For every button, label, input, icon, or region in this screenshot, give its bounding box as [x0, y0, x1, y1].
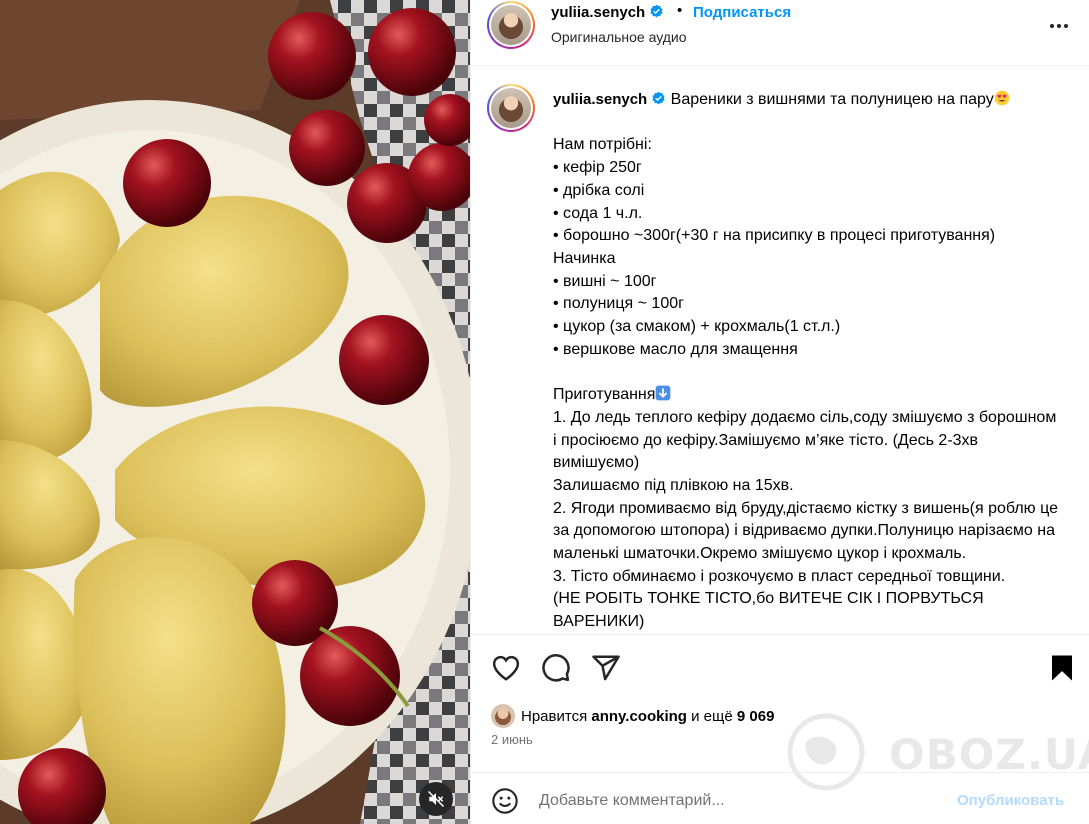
down-arrow-emoji-icon [656, 385, 671, 401]
mute-button[interactable] [419, 782, 453, 816]
caption-username[interactable]: yuliia.senych [553, 91, 666, 108]
caption-section: yuliia.senych Вареники з вишнями та полу… [471, 67, 1089, 634]
author-username[interactable]: yuliia.senych [551, 4, 664, 21]
caption-steps: 1. До ледь теплого кефіру додаємо сіль,с… [553, 408, 1059, 631]
caption-author-avatar[interactable] [487, 84, 535, 132]
speaker-muted-icon [427, 790, 445, 808]
post-date[interactable]: 2 июнь [491, 732, 533, 747]
likes-middle: и ещё [691, 707, 733, 725]
separator-dot: • [677, 2, 683, 19]
liker-avatar[interactable] [491, 704, 515, 728]
comment-bar: Опубликовать [471, 772, 1089, 824]
heart-eyes-emoji-icon [994, 90, 1010, 106]
like-heart-icon[interactable] [491, 653, 521, 683]
likes-count[interactable]: 9 069 [737, 708, 775, 725]
caption-text: yuliia.senych Вареники з вишнями та полу… [553, 89, 1063, 634]
likes-prefix: Нравится [521, 707, 588, 725]
post-photo [0, 0, 470, 824]
caption-body: Нам потрібні: • кефір 250г • дрібка солі… [553, 136, 996, 404]
audio-link[interactable]: Оригинальное аудио [551, 29, 687, 45]
author-avatar[interactable] [487, 1, 535, 49]
follow-button[interactable]: Подписаться [693, 4, 791, 21]
post-header: yuliia.senych • Подписаться Оригинальное… [471, 0, 1089, 66]
post-details-panel: yuliia.senych • Подписаться Оригинальное… [470, 0, 1089, 824]
post-media[interactable] [0, 0, 470, 824]
caption-title: Вареники з вишнями та полуницею на пару [670, 91, 994, 108]
liker-username[interactable]: anny.cooking [591, 708, 687, 725]
emoji-picker-icon[interactable] [491, 787, 519, 815]
likes-summary: Нравится anny.cooking и ещё 9 069 [491, 704, 774, 728]
publish-button[interactable]: Опубликовать [957, 792, 1064, 809]
comment-input[interactable] [539, 787, 939, 815]
post-actions [471, 634, 1089, 700]
more-options-icon[interactable] [1047, 14, 1071, 38]
share-send-icon[interactable] [591, 653, 621, 683]
save-bookmark-icon[interactable] [1047, 653, 1077, 683]
verified-badge-icon [650, 4, 663, 18]
comment-bubble-icon[interactable] [541, 653, 571, 683]
verified-badge-icon [652, 91, 665, 105]
